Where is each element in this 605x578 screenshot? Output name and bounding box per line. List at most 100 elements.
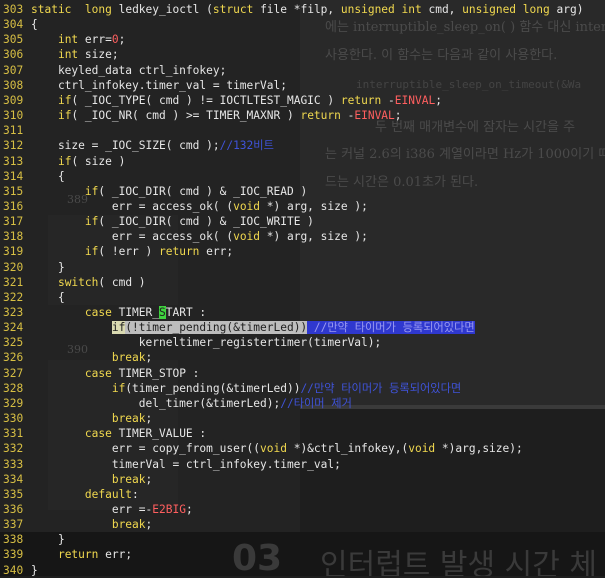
code-token: kerneltimer_registertimer(timerVal); xyxy=(31,336,382,350)
code-line[interactable]: 316 err = access_ok( (void *) arg, size … xyxy=(0,199,605,214)
code-text[interactable]: if( _IOC_TYPE( cmd ) != IOCTLTEST_MAGIC … xyxy=(31,93,442,108)
code-line[interactable]: 323 case TIMER_START : xyxy=(0,305,605,320)
code-text[interactable]: case TIMER_STOP : xyxy=(31,366,200,381)
code-line[interactable]: 317 if( _IOC_DIR( cmd ) & _IOC_WRITE ) xyxy=(0,214,605,229)
line-number: 303 xyxy=(3,3,24,16)
text-cursor: S xyxy=(159,306,166,319)
code-text[interactable]: keyled_data ctrl_infokey; xyxy=(31,63,226,78)
code-text[interactable]: { xyxy=(31,17,38,32)
code-comment: //만약 타이머가 등록되어있다면 xyxy=(300,381,462,395)
line-number: 328 xyxy=(3,381,24,395)
code-token: if xyxy=(57,154,72,168)
code-text[interactable]: { xyxy=(31,290,65,305)
code-line[interactable]: 305 int err=0; xyxy=(0,32,605,47)
code-token: int xyxy=(57,33,79,47)
code-text[interactable]: err = access_ok( (void *) arg, size ); xyxy=(31,229,368,244)
code-text[interactable]: err = access_ok( (void *) arg, size ); xyxy=(31,199,368,214)
code-text[interactable]: err = copy_from_user((void *)&ctrl_infok… xyxy=(31,441,523,456)
code-line[interactable]: 321 switch( cmd ) xyxy=(0,275,605,290)
code-text[interactable]: break; xyxy=(31,472,152,487)
code-text[interactable]: if(!timer_pending(&timerLed)) //만약 타이머가 … xyxy=(31,320,475,335)
code-line[interactable]: 340} xyxy=(0,563,605,578)
code-line[interactable]: 327 case TIMER_STOP : xyxy=(0,366,605,381)
code-text[interactable]: break; xyxy=(31,350,152,365)
code-line[interactable]: 319 if( !err ) return err; xyxy=(0,244,605,259)
code-text[interactable]: return err; xyxy=(31,547,132,562)
code-text[interactable]: static long ledkey_ioctl (struct file *f… xyxy=(31,2,583,17)
code-text[interactable]: default: xyxy=(31,487,139,502)
code-line[interactable]: 330 break; xyxy=(0,411,605,426)
code-text[interactable]: break; xyxy=(31,411,152,426)
code-line[interactable]: 328 if(timer_pending(&timerLed))//만약 타이머… xyxy=(0,381,605,396)
code-text[interactable]: int size; xyxy=(31,47,119,62)
code-text[interactable]: int err=0; xyxy=(31,32,125,47)
code-line[interactable]: 333 timerVal = ctrl_infokey.timer_val; xyxy=(0,457,605,472)
code-line[interactable]: 310 if( _IOC_NR( cmd ) >= TIMER_MAXNR ) … xyxy=(0,108,605,123)
line-number: 334 xyxy=(3,472,24,486)
code-line[interactable]: 307 keyled_data ctrl_infokey; xyxy=(0,63,605,78)
code-text[interactable]: if( !err ) return err; xyxy=(31,244,233,259)
code-line[interactable]: 329 del_timer(&timerLed);//타이머 제거 xyxy=(0,396,605,411)
code-line[interactable]: 336 err =-E2BIG; xyxy=(0,502,605,517)
line-number: 327 xyxy=(3,366,24,380)
code-line[interactable]: 325 kerneltimer_registertimer(timerVal); xyxy=(0,335,605,350)
code-line[interactable]: 324 if(!timer_pending(&timerLed)) //만약 타… xyxy=(0,320,605,335)
code-line[interactable]: 312 size = _IOC_SIZE( cmd );//132비트 xyxy=(0,138,605,153)
code-token: file *filp, xyxy=(253,3,341,16)
code-text[interactable]: if( _IOC_DIR( cmd ) & _IOC_WRITE ) xyxy=(31,214,314,229)
code-line[interactable]: 320 } xyxy=(0,260,605,275)
line-number: 333 xyxy=(3,457,24,471)
code-token: err; xyxy=(199,245,234,259)
line-number: 316 xyxy=(3,199,24,213)
code-line[interactable]: 338 } xyxy=(0,532,605,547)
code-text[interactable]: } xyxy=(31,532,65,547)
code-line[interactable]: 337 break; xyxy=(0,517,605,532)
code-text[interactable]: case TIMER_START : xyxy=(31,305,206,320)
code-comment: //만약 타이머가 등록되어있다면 xyxy=(307,321,475,335)
code-editor[interactable]: 303 static long ledkey_ioctl (struct file… xyxy=(0,0,605,578)
code-line[interactable]: 303 static long ledkey_ioctl (struct file… xyxy=(0,2,605,17)
code-line[interactable]: 313 if( size ) xyxy=(0,154,605,169)
code-token: if xyxy=(84,215,99,229)
line-number: 323 xyxy=(3,306,24,319)
code-text[interactable]: if( _IOC_NR( cmd ) >= TIMER_MAXNR ) retu… xyxy=(31,108,402,123)
code-token: break xyxy=(111,518,146,532)
code-text[interactable]: err =-E2BIG; xyxy=(31,502,193,517)
code-text[interactable]: kerneltimer_registertimer(timerVal); xyxy=(31,335,381,350)
code-line[interactable]: 311 xyxy=(0,123,605,138)
code-text[interactable]: ctrl_infokey.timer_val = timerVal; xyxy=(31,78,287,93)
code-token: err= xyxy=(78,33,112,47)
code-text[interactable]: case TIMER_VALUE : xyxy=(31,426,206,441)
code-text[interactable]: if(timer_pending(&timerLed))//만약 타이머가 등록… xyxy=(31,381,461,396)
code-text[interactable]: switch( cmd ) xyxy=(31,275,146,290)
code-line[interactable]: 318 err = access_ok( (void *) arg, size … xyxy=(0,229,605,244)
code-line[interactable]: 326 break; xyxy=(0,350,605,365)
code-token: - xyxy=(340,109,355,123)
code-text[interactable]: del_timer(&timerLed);//타이머 제거 xyxy=(31,396,352,411)
code-line[interactable]: 332 err = copy_from_user((void *)&ctrl_i… xyxy=(0,441,605,456)
code-line[interactable]: 309 if( _IOC_TYPE( cmd ) != IOCTLTEST_MA… xyxy=(0,93,605,108)
code-token: timerVal = ctrl_infokey.timer_val; xyxy=(31,457,341,471)
code-line[interactable]: 306 int size; xyxy=(0,47,605,62)
code-text[interactable]: } xyxy=(31,260,65,275)
code-line[interactable]: 304 { xyxy=(0,17,605,32)
code-token: int xyxy=(394,3,422,16)
code-line[interactable]: 331 case TIMER_VALUE : xyxy=(0,426,605,441)
code-line[interactable]: 322 { xyxy=(0,290,605,305)
code-line[interactable]: 339 return err; xyxy=(0,547,605,562)
code-text[interactable]: size = _IOC_SIZE( cmd );//132비트 xyxy=(31,138,274,153)
code-line[interactable]: 334 break; xyxy=(0,472,605,487)
code-line[interactable]: 308 ctrl_infokey.timer_val = timerVal; xyxy=(0,78,605,93)
code-line[interactable]: 315 if( _IOC_DIR( cmd ) & _IOC_READ ) xyxy=(0,184,605,199)
code-text[interactable]: } xyxy=(31,563,38,578)
code-text[interactable]: { xyxy=(31,169,65,184)
code-token: } xyxy=(31,260,65,274)
code-text[interactable]: if( _IOC_DIR( cmd ) & _IOC_READ ) xyxy=(31,184,307,199)
code-text[interactable]: if( size ) xyxy=(31,154,125,169)
code-text[interactable]: break; xyxy=(31,517,152,532)
code-text[interactable]: timerVal = ctrl_infokey.timer_val; xyxy=(31,457,341,472)
code-line[interactable]: 314 { xyxy=(0,169,605,184)
code-line[interactable]: 335 default: xyxy=(0,487,605,502)
